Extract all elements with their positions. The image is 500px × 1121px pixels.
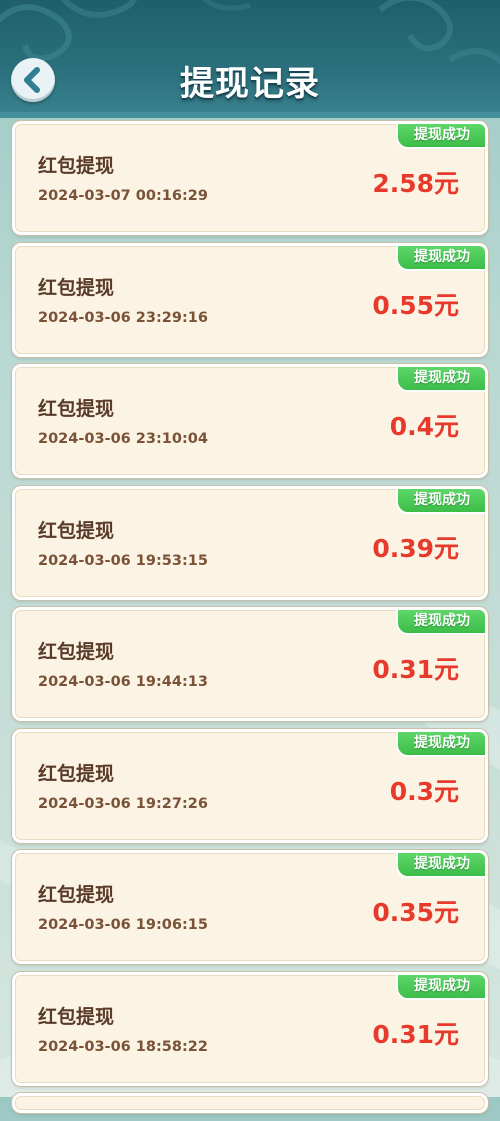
record-time: 2024-03-06 19:06:15 <box>38 917 208 933</box>
page-title: 提现记录 <box>180 64 320 104</box>
record-card: 红包提现 2024-03-06 19:06:15 0.35元 提现成功 <box>12 850 488 964</box>
record-card: 红包提现 2024-03-06 23:29:16 0.55元 提现成功 <box>12 242 488 357</box>
header-bar: 提现记录 <box>0 0 500 118</box>
record-amount: 0.55元 <box>372 290 459 320</box>
record-card: 红包提现 2024-03-07 00:16:29 2.58元 提现成功 <box>12 121 488 235</box>
record-type: 红包提现 <box>38 641 115 663</box>
status-badge: 提现成功 <box>396 245 485 271</box>
record-type: 红包提现 <box>38 276 115 299</box>
record-amount: 0.39元 <box>372 533 459 563</box>
record-card: 红包提现 2024-03-06 19:27:26 0.3元 提现成功 <box>12 728 488 843</box>
record-card: 红包提现 2024-03-06 23:10:04 0.4元 提现成功 <box>12 364 488 478</box>
record-amount: 0.31元 <box>372 655 459 684</box>
record-type: 红包提现 <box>38 519 115 542</box>
record-card: 红包提现 2024-03-06 19:44:13 0.31元 提现成功 <box>12 607 488 721</box>
record-card-inner <box>15 1096 485 1110</box>
record-type: 红包提现 <box>38 884 115 906</box>
record-amount: 0.31元 <box>372 1019 459 1049</box>
record-card: 红包提现 2024-03-06 18:58:22 0.31元 提现成功 <box>12 971 488 1086</box>
status-badge: 提现成功 <box>396 974 485 1000</box>
status-badge: 提现成功 <box>396 731 485 757</box>
record-card-partial <box>12 1093 488 1113</box>
record-type: 红包提现 <box>38 155 115 177</box>
record-type: 红包提现 <box>38 398 115 420</box>
record-amount: 2.58元 <box>372 169 459 198</box>
record-time: 2024-03-06 18:58:22 <box>38 1038 208 1055</box>
record-type: 红包提现 <box>38 1005 115 1028</box>
record-amount: 0.3元 <box>389 776 459 806</box>
record-time: 2024-03-06 23:29:16 <box>38 309 208 326</box>
record-time: 2024-03-06 19:27:26 <box>38 795 208 812</box>
record-time: 2024-03-06 19:44:13 <box>38 674 208 690</box>
record-card: 红包提现 2024-03-06 19:53:15 0.39元 提现成功 <box>12 485 488 600</box>
status-badge: 提现成功 <box>396 367 485 392</box>
status-badge: 提现成功 <box>396 610 485 635</box>
record-type: 红包提现 <box>38 762 115 785</box>
record-time: 2024-03-07 00:16:29 <box>38 188 208 204</box>
withdrawal-record-list: 红包提现 2024-03-07 00:16:29 2.58元 提现成功 红包提现… <box>12 121 488 1121</box>
status-badge: 提现成功 <box>396 124 485 149</box>
record-time: 2024-03-06 19:53:15 <box>38 552 208 569</box>
record-amount: 0.35元 <box>372 898 459 927</box>
record-amount: 0.4元 <box>389 412 459 441</box>
status-badge: 提现成功 <box>396 488 485 514</box>
status-badge: 提现成功 <box>396 853 485 878</box>
record-time: 2024-03-06 23:10:04 <box>38 431 208 447</box>
